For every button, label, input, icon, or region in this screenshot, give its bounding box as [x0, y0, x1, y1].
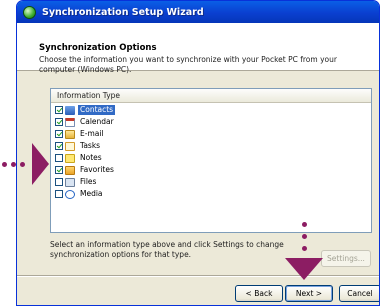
list-item-label: E-mail — [80, 129, 104, 138]
column-header-information-type[interactable]: Information Type — [51, 89, 371, 103]
footer-divider — [17, 275, 379, 277]
tasks-icon — [65, 141, 75, 151]
list-item-notes[interactable]: Notes — [51, 152, 371, 164]
list-item-tasks[interactable]: Tasks — [51, 140, 371, 152]
checkbox-tasks[interactable] — [55, 142, 63, 150]
list-item-label: Contacts — [78, 105, 116, 115]
annotation-arrow-right-icon — [32, 143, 49, 185]
list-item-label: Calendar — [80, 117, 114, 126]
list-item-label: Media — [80, 189, 103, 198]
window-title: Synchronization Setup Wizard — [42, 6, 204, 18]
activesync-icon — [23, 5, 36, 19]
list-item-label: Notes — [80, 153, 102, 162]
contacts-icon — [65, 105, 75, 115]
wizard-header: Synchronization Options Choose the infor… — [17, 23, 379, 74]
information-type-list: Information Type Contacts Calendar E-mai… — [50, 88, 372, 233]
favorites-icon — [65, 165, 75, 175]
list-item-label: Files — [80, 177, 97, 186]
page-description: Choose the information you want to synch… — [39, 55, 337, 74]
calendar-icon — [65, 117, 75, 127]
annotation-dot — [302, 222, 307, 227]
checkbox-media[interactable] — [55, 190, 63, 198]
list-item-favorites[interactable]: Favorites — [51, 164, 371, 176]
page-title: Synchronization Options — [39, 43, 157, 53]
annotation-arrow-down-icon — [285, 258, 323, 280]
list-item-email[interactable]: E-mail — [51, 128, 371, 140]
list-item-calendar[interactable]: Calendar — [51, 116, 371, 128]
email-icon — [65, 129, 75, 139]
settings-button[interactable]: Settings... — [321, 250, 371, 267]
checkbox-files[interactable] — [55, 178, 63, 186]
cancel-button[interactable]: Cancel — [339, 285, 379, 302]
checkbox-favorites[interactable] — [55, 166, 63, 174]
back-button[interactable]: < Back — [235, 285, 283, 302]
annotation-dot — [302, 246, 307, 251]
list-item-label: Favorites — [80, 165, 114, 174]
list-item-media[interactable]: Media — [51, 188, 371, 200]
checkbox-notes[interactable] — [55, 154, 63, 162]
wizard-window: Synchronization Setup Wizard Synchroniza… — [16, 0, 380, 306]
notes-icon — [65, 153, 75, 163]
checkbox-calendar[interactable] — [55, 118, 63, 126]
annotation-dot — [11, 162, 16, 167]
checkbox-email[interactable] — [55, 130, 63, 138]
annotation-dot — [2, 162, 7, 167]
annotation-dot — [302, 234, 307, 239]
annotation-dot — [20, 162, 25, 167]
list-item-contacts[interactable]: Contacts — [51, 104, 371, 116]
files-icon — [65, 177, 75, 187]
media-icon — [65, 189, 75, 199]
checkbox-contacts[interactable] — [55, 106, 63, 114]
title-bar[interactable]: Synchronization Setup Wizard — [17, 1, 379, 23]
instructions-text: Select an information type above and cli… — [50, 240, 284, 259]
list-item-label: Tasks — [80, 141, 101, 150]
next-button[interactable]: Next > — [285, 285, 333, 302]
list-item-files[interactable]: Files — [51, 176, 371, 188]
